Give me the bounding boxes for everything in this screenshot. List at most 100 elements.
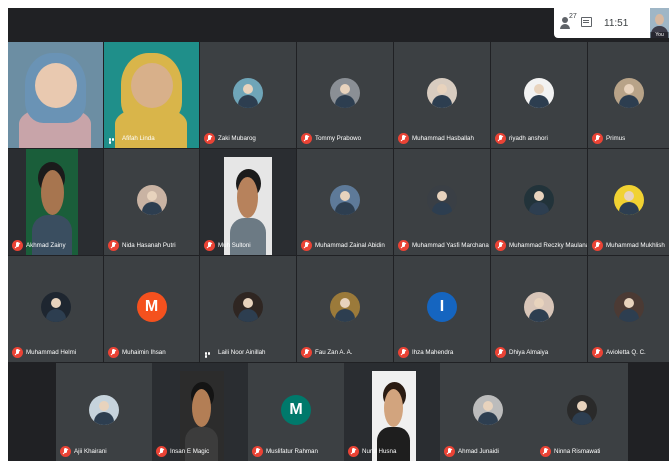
participant-name: Muhammad Yasfi Marchana bbox=[412, 242, 489, 249]
mic-off-icon bbox=[60, 446, 71, 457]
mic-off-icon bbox=[592, 240, 603, 251]
avatar-head bbox=[99, 401, 109, 411]
participant-name: Avioletta Q. C. bbox=[606, 349, 646, 356]
avatar-head bbox=[534, 191, 544, 201]
mic-off-icon bbox=[592, 347, 603, 358]
avatar-head bbox=[534, 84, 544, 94]
participant-count: 27 bbox=[569, 13, 577, 20]
avatar-head bbox=[623, 298, 634, 308]
people-icon[interactable]: 27 bbox=[560, 13, 577, 30]
participant-tile[interactable]: Muhammad Reczky Maulana bbox=[491, 149, 587, 255]
avatar-head bbox=[623, 191, 634, 201]
avatar-body bbox=[45, 309, 66, 322]
participant-name: Ajii Khairani bbox=[74, 448, 107, 455]
avatar-head bbox=[243, 298, 253, 308]
participant-tile[interactable]: M Muhaimin Ihsan bbox=[104, 256, 199, 362]
participant-name: Muhammad Zainal Abidin bbox=[315, 242, 385, 249]
avatar-head bbox=[340, 84, 350, 94]
avatar bbox=[427, 185, 457, 215]
participant-tile[interactable]: Tommy Prabowo bbox=[297, 42, 393, 148]
avatar bbox=[40, 292, 71, 322]
participant-name: Dhiya Almaiya bbox=[509, 349, 549, 356]
participant-tile[interactable]: Avioletta Q. C. bbox=[588, 256, 669, 362]
participant-name: Tommy Prabowo bbox=[315, 135, 362, 142]
avatar bbox=[473, 395, 503, 425]
participant-tile[interactable]: Akhmad Zainy bbox=[8, 149, 103, 255]
avatar-body bbox=[618, 95, 639, 108]
participant-name: Muhammad Mukhlish bbox=[606, 242, 665, 249]
mic-off-icon bbox=[592, 133, 603, 144]
participant-name: Laili Noor Ainillah bbox=[218, 349, 266, 356]
participant-tile[interactable]: M Muslifatur Rahman bbox=[248, 363, 344, 461]
avatar bbox=[330, 185, 360, 215]
avatar-head bbox=[534, 298, 544, 308]
participant-name: Afifah Linda bbox=[122, 135, 155, 142]
self-view-label: You bbox=[650, 32, 669, 38]
avatar bbox=[613, 292, 644, 322]
participant-tile[interactable]: Muh Sultoni bbox=[200, 149, 296, 255]
participant-tile[interactable]: Nurul Husna bbox=[344, 363, 440, 461]
participant-name: Insan E Magic bbox=[170, 448, 210, 455]
avatar-body bbox=[618, 202, 639, 215]
participant-tile[interactable]: Laili Noor Ainillah bbox=[200, 256, 296, 362]
avatar-body bbox=[238, 309, 258, 322]
avatar-body bbox=[529, 309, 549, 322]
avatar-body bbox=[572, 412, 592, 425]
participant-tile[interactable]: Fau Zan A. A. bbox=[297, 256, 393, 362]
self-view-tile[interactable]: You bbox=[650, 8, 669, 38]
chat-icon[interactable] bbox=[580, 16, 594, 30]
avatar-body bbox=[618, 309, 639, 322]
participant-tile[interactable]: Muhammad Zainal Abidin bbox=[297, 149, 393, 255]
mic-off-icon bbox=[348, 446, 359, 457]
avatar-head bbox=[243, 84, 253, 94]
mic-off-icon bbox=[108, 347, 119, 358]
avatar: M bbox=[136, 292, 167, 322]
participant-tile[interactable]: Muhammad Hasballah bbox=[394, 42, 490, 148]
avatar bbox=[330, 78, 360, 108]
participant-name: Muhammad Hasballah bbox=[412, 135, 474, 142]
avatar-body bbox=[94, 412, 114, 425]
participant-tile[interactable]: Primus bbox=[588, 42, 669, 148]
participant-tile[interactable]: riyadh anshori bbox=[491, 42, 587, 148]
participant-name: Ninna Rismawati bbox=[554, 448, 601, 455]
participant-tile[interactable]: Nida Hasanah Putri bbox=[104, 149, 199, 255]
avatar-body bbox=[529, 95, 549, 108]
meeting-window: 27 11:51 You Afifah Linda Zaki Mubarog Tom… bbox=[8, 8, 669, 461]
avatar bbox=[613, 185, 644, 215]
participant-tile[interactable]: Afifah Linda bbox=[104, 42, 199, 148]
participant-tile[interactable]: Insan E Magic bbox=[152, 363, 248, 461]
avatar: M bbox=[281, 395, 311, 425]
participant-name: Ihza Mahendra bbox=[412, 349, 454, 356]
participant-name: Muslifatur Rahman bbox=[266, 448, 318, 455]
avatar-head bbox=[50, 298, 61, 308]
participant-name: Primus bbox=[606, 135, 626, 142]
participant-tile[interactable]: Zaki Mubarog bbox=[200, 42, 296, 148]
participant-name: Nida Hasanah Putri bbox=[122, 242, 176, 249]
mic-off-icon bbox=[398, 133, 409, 144]
avatar bbox=[233, 292, 263, 322]
participant-name: Muh Sultoni bbox=[218, 242, 251, 249]
participant-tile[interactable]: Ahmad Junaidi bbox=[440, 363, 536, 461]
participant-tile[interactable]: Ninna Rismawati bbox=[536, 363, 628, 461]
participant-tile[interactable]: Ajii Khairani bbox=[56, 363, 152, 461]
participant-tile[interactable]: Dhiya Almaiya bbox=[491, 256, 587, 362]
participant-tile[interactable]: Muhammad Yasfi Marchana bbox=[394, 149, 490, 255]
avatar: I bbox=[427, 292, 457, 322]
avatar-body bbox=[432, 95, 452, 108]
participant-tile[interactable]: Muhammad Helmi bbox=[8, 256, 103, 362]
mic-off-icon bbox=[12, 347, 23, 358]
avatar bbox=[524, 78, 554, 108]
clock: 11:51 bbox=[604, 17, 629, 29]
mic-off-icon bbox=[301, 347, 312, 358]
participant-name: Zaki Mubarog bbox=[218, 135, 256, 142]
participant-tile[interactable] bbox=[8, 42, 103, 148]
mic-off-icon bbox=[301, 133, 312, 144]
avatar-body bbox=[335, 95, 355, 108]
mic-off-icon bbox=[398, 240, 409, 251]
participant-name: Muhammad Reczky Maulana bbox=[509, 242, 587, 249]
participant-name: Akhmad Zainy bbox=[26, 242, 66, 249]
avatar-head bbox=[483, 401, 493, 411]
participant-tile[interactable]: Muhammad Mukhlish bbox=[588, 149, 669, 255]
participant-tile[interactable]: I Ihza Mahendra bbox=[394, 256, 490, 362]
mic-off-icon bbox=[495, 347, 506, 358]
